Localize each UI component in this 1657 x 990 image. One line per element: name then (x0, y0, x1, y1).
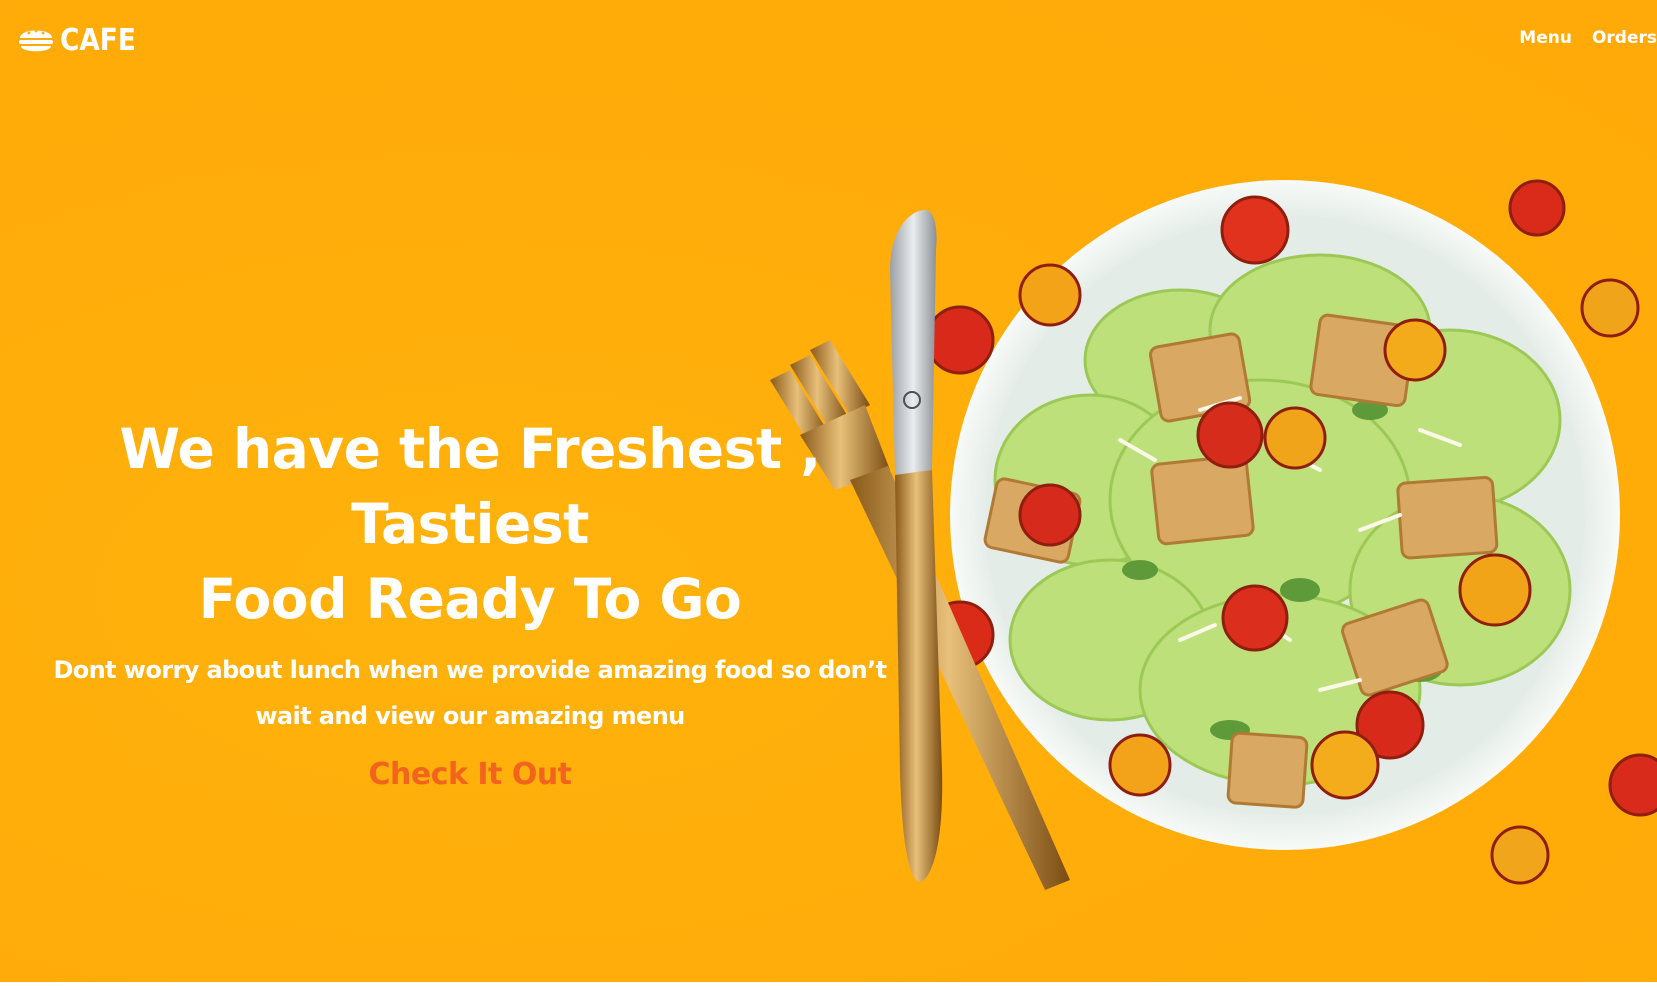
hero-subtext: Dont worry about lunch when we provide a… (40, 647, 900, 739)
page-bottom-edge (0, 982, 1657, 986)
hero-section: CAFE Menu Orders We have the Freshest , … (0, 0, 1657, 986)
brand-logo[interactable]: CAFE (16, 20, 146, 60)
burger-icon (16, 20, 56, 60)
hero-headline: We have the Freshest , Tastiest Food Rea… (20, 412, 920, 637)
top-nav: Menu Orders (1519, 28, 1657, 48)
brand-name: CAFE (60, 22, 136, 58)
nav-link-orders[interactable]: Orders (1592, 28, 1657, 48)
subtext-line-1: Dont worry about lunch when we provide a… (53, 656, 887, 684)
hero-copy: We have the Freshest , Tastiest Food Rea… (20, 412, 920, 792)
headline-line-2: Food Ready To Go (198, 567, 742, 631)
subtext-line-2: wait and view our amazing menu (255, 702, 685, 730)
headline-line-1: We have the Freshest , Tastiest (119, 417, 821, 556)
nav-link-menu[interactable]: Menu (1519, 28, 1572, 48)
check-it-out-button[interactable]: Check It Out (368, 757, 572, 792)
